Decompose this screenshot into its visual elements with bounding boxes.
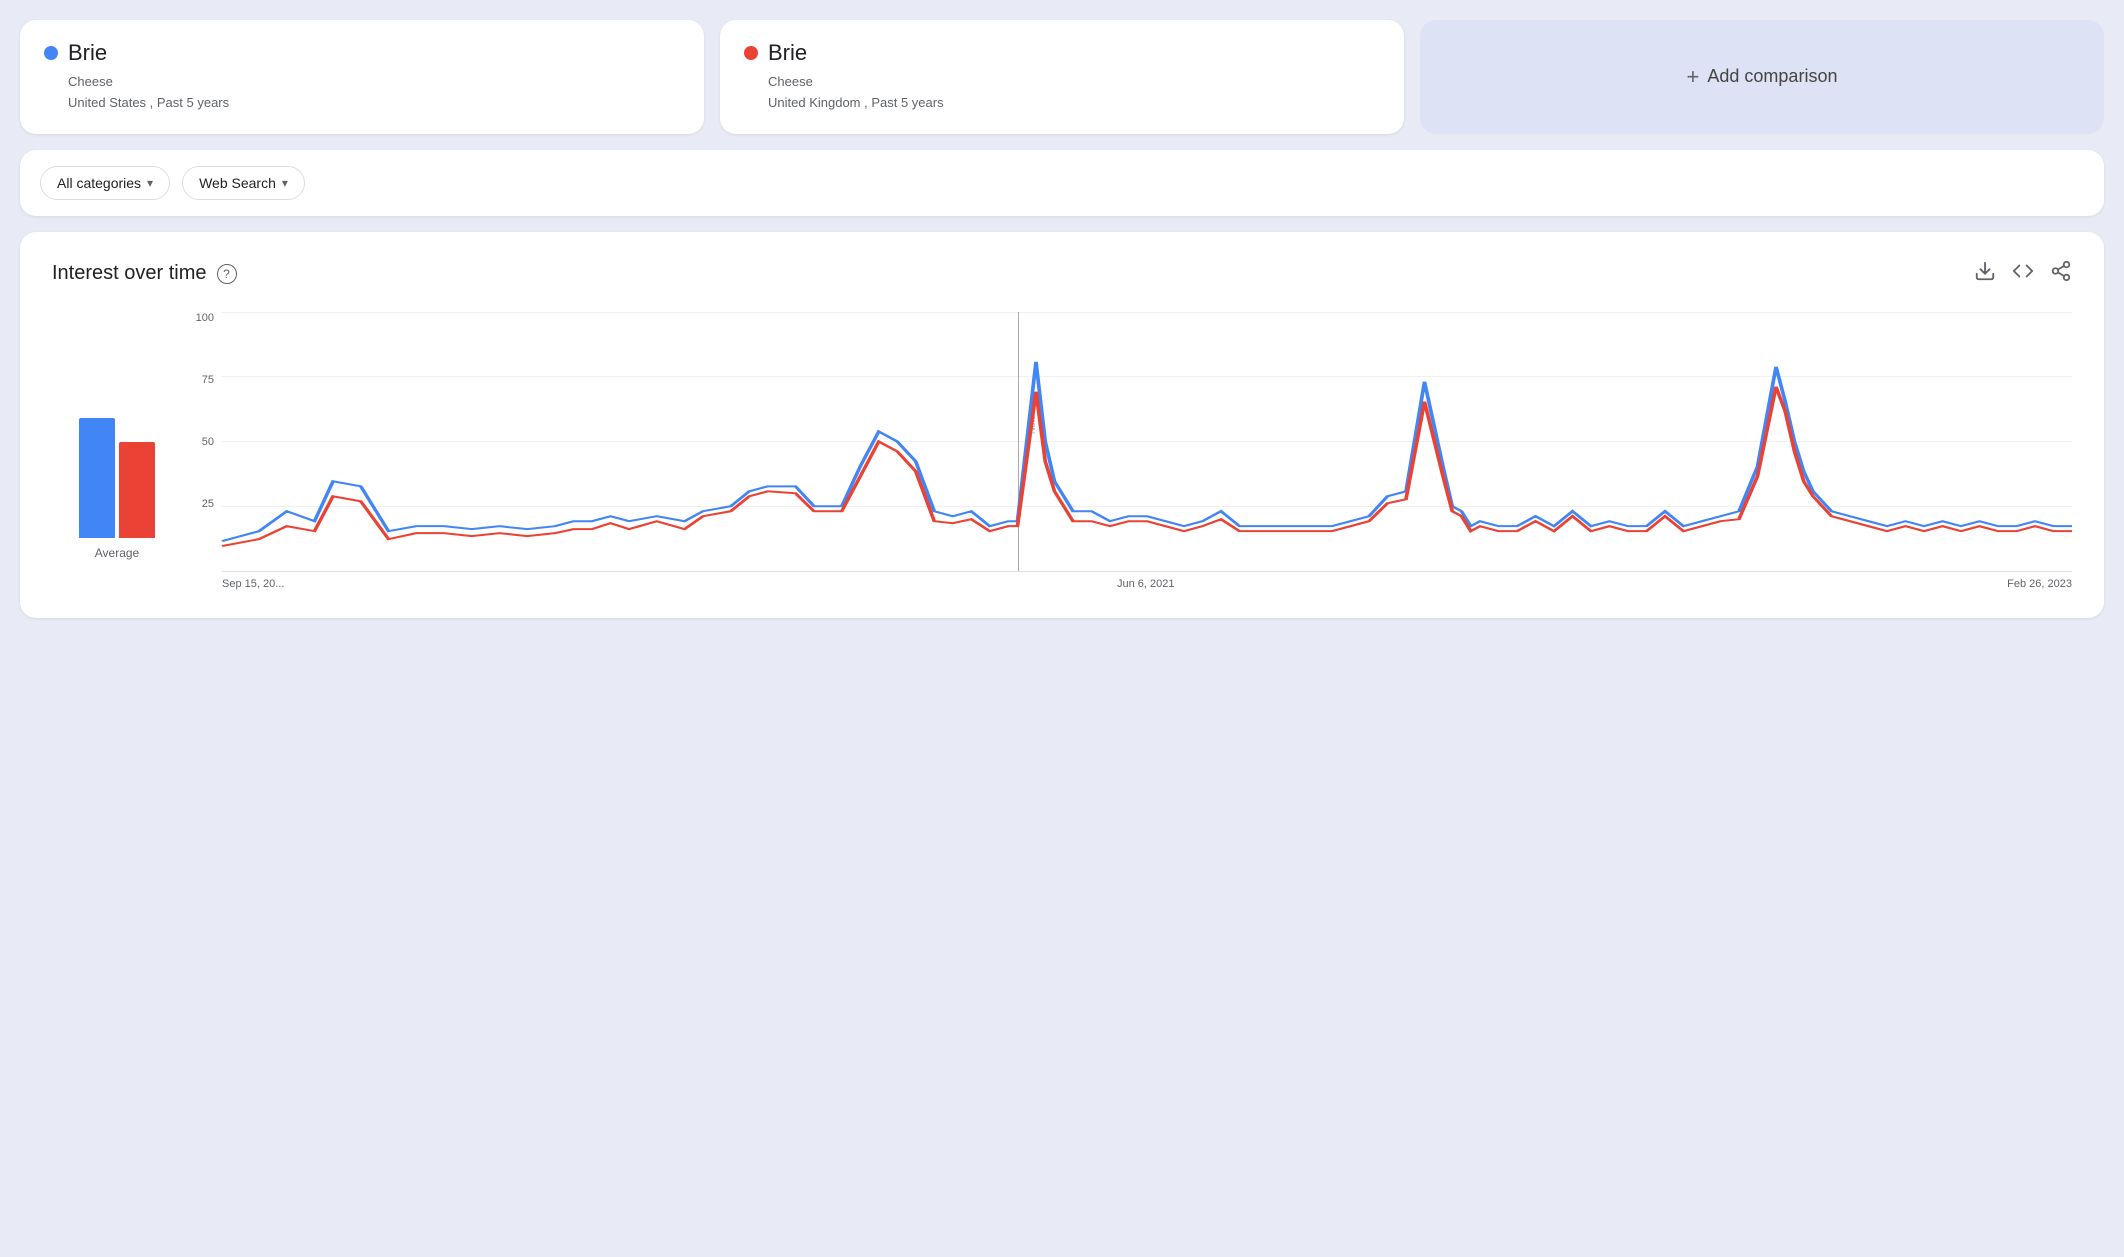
average-section: Average bbox=[52, 312, 182, 590]
y-label-100: 100 bbox=[196, 312, 214, 324]
download-icon[interactable] bbox=[1974, 260, 1996, 288]
card-us-sub: Cheese United States , Past 5 years bbox=[68, 72, 680, 114]
embed-icon[interactable] bbox=[2012, 260, 2034, 288]
card-us-category: Cheese bbox=[68, 74, 113, 89]
card-uk-location: United Kingdom , Past 5 years bbox=[768, 95, 944, 110]
interest-over-time-card: Interest over time ? bbox=[20, 232, 2104, 618]
card-uk-category: Cheese bbox=[768, 74, 813, 89]
card-uk-sub: Cheese United Kingdom , Past 5 years bbox=[768, 72, 1380, 114]
chart-title: Interest over time bbox=[52, 262, 207, 285]
y-label-75: 75 bbox=[202, 374, 214, 386]
chart-title-row: Interest over time ? bbox=[52, 262, 237, 285]
help-icon[interactable]: ? bbox=[217, 264, 237, 284]
chart-actions bbox=[1974, 260, 2072, 288]
share-icon[interactable] bbox=[2050, 260, 2072, 288]
chart-header: Interest over time ? bbox=[52, 260, 2072, 288]
card-uk-header: Brie bbox=[744, 40, 1380, 66]
avg-bar-red bbox=[119, 442, 155, 538]
y-label-25: 25 bbox=[202, 498, 214, 510]
chart-plot: Note bbox=[222, 312, 2072, 572]
add-comparison-text: Add comparison bbox=[1707, 66, 1837, 87]
chart-area: Average 100 75 50 25 bbox=[52, 312, 2072, 590]
add-comparison-label: + Add comparison bbox=[1687, 64, 1838, 90]
x-label-sep2020: Sep 15, 20... bbox=[222, 578, 284, 590]
chart-svg bbox=[222, 312, 2072, 571]
dot-red-uk bbox=[744, 46, 758, 60]
web-search-label: Web Search bbox=[199, 175, 276, 191]
chart-main: 100 75 50 25 Note bbox=[182, 312, 2072, 590]
card-us[interactable]: Brie Cheese United States , Past 5 years bbox=[20, 20, 704, 134]
categories-chevron-icon: ▾ bbox=[147, 176, 153, 190]
dot-blue-us bbox=[44, 46, 58, 60]
x-label-jun2021: Jun 6, 2021 bbox=[1117, 578, 1175, 590]
red-line bbox=[222, 386, 2072, 545]
all-categories-filter[interactable]: All categories ▾ bbox=[40, 166, 170, 200]
add-comparison-card[interactable]: + Add comparison bbox=[1420, 20, 2104, 134]
avg-bar-blue bbox=[79, 418, 115, 538]
search-type-chevron-icon: ▾ bbox=[282, 176, 288, 190]
avg-bars bbox=[79, 418, 155, 538]
plus-icon: + bbox=[1687, 64, 1700, 90]
card-uk-title: Brie bbox=[768, 40, 807, 66]
x-axis-labels: Sep 15, 20... Jun 6, 2021 Feb 26, 2023 bbox=[222, 572, 2072, 590]
top-cards-container: Brie Cheese United States , Past 5 years… bbox=[20, 20, 2104, 134]
x-label-feb2023: Feb 26, 2023 bbox=[2007, 578, 2072, 590]
filters-row: All categories ▾ Web Search ▾ bbox=[20, 150, 2104, 216]
web-search-filter[interactable]: Web Search ▾ bbox=[182, 166, 305, 200]
average-label: Average bbox=[95, 546, 139, 560]
y-label-50: 50 bbox=[202, 436, 214, 448]
y-axis: 100 75 50 25 bbox=[182, 312, 222, 560]
card-us-header: Brie bbox=[44, 40, 680, 66]
all-categories-label: All categories bbox=[57, 175, 141, 191]
card-uk[interactable]: Brie Cheese United Kingdom , Past 5 year… bbox=[720, 20, 1404, 134]
card-us-title: Brie bbox=[68, 40, 107, 66]
card-us-location: United States , Past 5 years bbox=[68, 95, 229, 110]
